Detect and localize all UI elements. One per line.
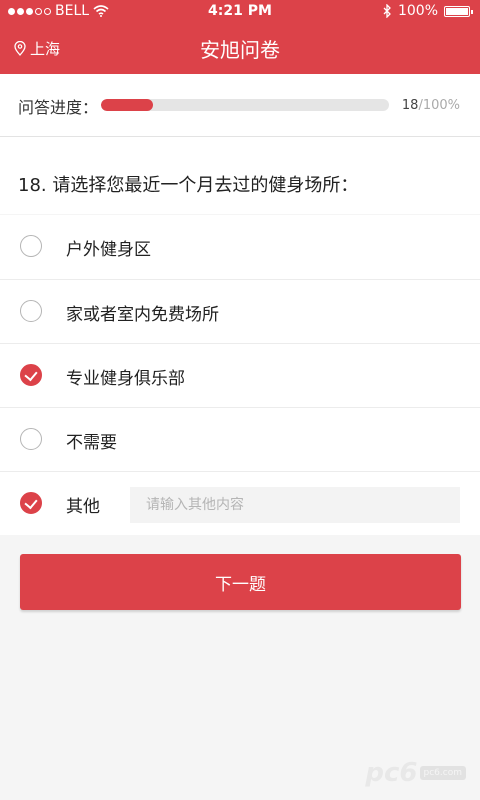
progress-total: 100% — [422, 98, 460, 113]
nav-bar: 上海 安旭问卷 — [0, 22, 480, 74]
question-text: 18. 请选择您最近一个月去过的健身场所： — [18, 175, 359, 196]
progress-section: 问答进度： 18/100% — [0, 74, 480, 137]
option-home-free[interactable]: 家或者室内免费场所 — [0, 279, 480, 343]
bluetooth-icon — [383, 4, 391, 18]
page-title: 安旭问卷 — [200, 38, 280, 62]
radio-button[interactable] — [20, 300, 42, 322]
battery-percent: 100% — [397, 3, 438, 19]
progress-bar-fill — [101, 99, 153, 111]
other-text-input[interactable] — [130, 487, 460, 523]
radio-button[interactable] — [20, 492, 42, 514]
progress-current: 18 — [401, 98, 419, 113]
option-gym-club[interactable]: 专业健身俱乐部 — [0, 343, 480, 407]
progress-bar — [101, 99, 389, 111]
watermark-badge: pc6.com — [419, 766, 466, 780]
watermark-text: pc6 — [365, 758, 418, 788]
option-label: 专业健身俱乐部 — [66, 369, 185, 389]
app-header: BELL 4:21 PM 100% 上海 安旭问卷 — [0, 0, 480, 74]
progress-label: 问答进度： — [18, 98, 99, 117]
option-label: 其他 — [66, 497, 100, 517]
next-question-button[interactable]: 下一题 — [20, 554, 461, 610]
radio-button[interactable] — [20, 235, 42, 257]
option-label: 户外健身区 — [66, 240, 151, 260]
option-label: 家或者室内免费场所 — [66, 305, 219, 325]
battery-icon — [444, 5, 473, 17]
option-outdoor[interactable]: 户外健身区 — [0, 215, 480, 279]
radio-button[interactable] — [20, 428, 42, 450]
radio-button[interactable] — [20, 364, 42, 386]
option-label: 不需要 — [66, 433, 117, 453]
progress-count: 18/100% — [402, 98, 460, 113]
watermark-logo: pc6 pc6.com — [365, 758, 466, 788]
option-none[interactable]: 不需要 — [0, 407, 480, 471]
status-bar: BELL 4:21 PM 100% — [0, 0, 480, 22]
question-section: 18. 请选择您最近一个月去过的健身场所： — [0, 137, 480, 214]
status-right: 100% — [383, 3, 473, 19]
option-other[interactable]: 其他 — [0, 471, 480, 535]
options-list: 户外健身区 家或者室内免费场所 专业健身俱乐部 不需要 其他 — [0, 215, 480, 535]
